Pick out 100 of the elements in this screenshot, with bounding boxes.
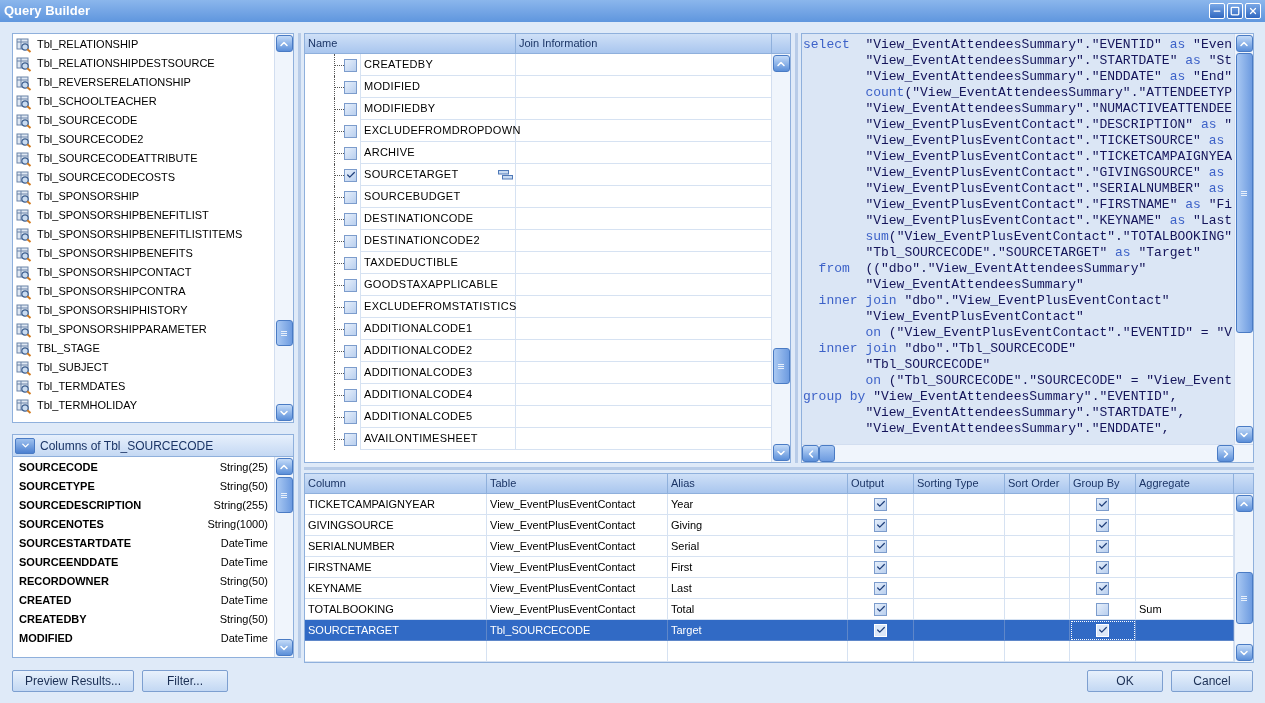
table-list-item[interactable]: Tbl_SPONSORSHIPCONTACT <box>16 263 274 282</box>
scroll-up-button[interactable] <box>772 55 790 72</box>
checkbox[interactable] <box>344 190 357 204</box>
checkbox[interactable] <box>874 497 887 511</box>
checkbox[interactable] <box>1096 539 1109 553</box>
scroll-up-button[interactable] <box>275 35 293 52</box>
scrollbar[interactable] <box>274 457 293 657</box>
checkbox[interactable] <box>344 102 357 116</box>
scroll-up-button[interactable] <box>1235 35 1253 52</box>
checkbox[interactable] <box>344 432 357 446</box>
table-list-item[interactable]: Tbl_SPONSORSHIPPARAMETER <box>16 320 274 339</box>
table-list-item[interactable]: Tbl_SOURCECODECOSTS <box>16 168 274 187</box>
dialog-button[interactable]: Filter... <box>142 669 228 692</box>
table-list-item[interactable]: Tbl_TERMDATES <box>16 377 274 396</box>
checkbox[interactable] <box>344 146 357 160</box>
checkbox[interactable] <box>344 344 357 358</box>
checkbox[interactable] <box>344 366 357 380</box>
scroll-left-button[interactable] <box>802 445 819 462</box>
checkbox[interactable] <box>1096 497 1109 511</box>
checkbox[interactable] <box>344 168 357 182</box>
column-header[interactable]: Sorting Type <box>914 474 1005 493</box>
column-header[interactable]: Name <box>305 34 516 53</box>
checkbox[interactable] <box>344 80 357 94</box>
checkbox[interactable] <box>344 124 357 138</box>
scroll-down-button[interactable] <box>275 404 293 421</box>
table-list-item[interactable]: Tbl_SOURCECODEATTRIBUTE <box>16 149 274 168</box>
grid-row[interactable]: GIVINGSOURCE View_EventPlusEventContact Giving <box>305 515 1234 536</box>
column-header[interactable]: Sort Order <box>1005 474 1070 493</box>
scroll-up-button[interactable] <box>1235 495 1253 512</box>
sql-editor[interactable] <box>801 33 1254 463</box>
table-list-item[interactable]: Tbl_SPONSORSHIP <box>16 187 274 206</box>
checkbox[interactable] <box>344 234 357 248</box>
table-list-item[interactable]: Tbl_RELATIONSHIP <box>16 35 274 54</box>
checkbox[interactable] <box>874 539 887 553</box>
checkbox[interactable] <box>344 300 357 314</box>
dialog-button[interactable]: OK <box>1087 669 1163 692</box>
checkbox[interactable] <box>1096 560 1109 574</box>
column-header[interactable]: Table <box>487 474 668 493</box>
scroll-thumb[interactable] <box>772 348 790 384</box>
column-header[interactable]: Output <box>848 474 914 493</box>
scrollbar[interactable] <box>771 54 790 462</box>
table-list-item[interactable]: Tbl_SPONSORSHIPBENEFITS <box>16 244 274 263</box>
table-list-item[interactable]: Tbl_SCHOOLTEACHER <box>16 92 274 111</box>
checkbox[interactable] <box>344 322 357 336</box>
scroll-thumb[interactable] <box>275 477 293 513</box>
table-list-item[interactable]: Tbl_SPONSORSHIPHISTORY <box>16 301 274 320</box>
checkbox[interactable] <box>344 256 357 270</box>
table-list-item[interactable]: Tbl_TERMHOLIDAY <box>16 396 274 415</box>
grid-row[interactable]: FIRSTNAME View_EventPlusEventContact First <box>305 557 1234 578</box>
minimize-button[interactable] <box>1209 3 1225 19</box>
scroll-down-button[interactable] <box>772 444 790 461</box>
scroll-thumb[interactable] <box>1235 53 1253 333</box>
checkbox[interactable] <box>344 278 357 292</box>
checkbox[interactable] <box>344 58 357 72</box>
checkbox[interactable] <box>1096 581 1109 595</box>
table-list-item[interactable]: TBL_STAGE <box>16 339 274 358</box>
dialog-button[interactable]: Preview Results... <box>12 669 134 692</box>
table-list-item[interactable]: Tbl_REVERSERELATIONSHIP <box>16 73 274 92</box>
table-list-item[interactable]: Tbl_SOURCECODE2 <box>16 130 274 149</box>
table-list-item[interactable]: Tbl_SPONSORSHIPCONTRA <box>16 282 274 301</box>
scroll-down-button[interactable] <box>1235 426 1253 443</box>
scrollbar[interactable] <box>802 444 1253 462</box>
scroll-thumb[interactable] <box>819 445 835 462</box>
grid-row[interactable]: SERIALNUMBER View_EventPlusEventContact Serial <box>305 536 1234 557</box>
checkbox[interactable] <box>874 602 887 616</box>
table-list-item[interactable]: Tbl_SPONSORSHIPBENEFITLISTITEMS <box>16 225 274 244</box>
scroll-up-button[interactable] <box>275 458 293 475</box>
table-list-item[interactable]: Tbl_SOURCECODE <box>16 111 274 130</box>
column-header[interactable]: Join Information <box>516 34 772 53</box>
checkbox[interactable] <box>874 518 887 532</box>
table-list-item[interactable]: Tbl_SUBJECT <box>16 358 274 377</box>
grid-row[interactable]: TICKETCAMPAIGNYEAR View_EventPlusEventContact Year <box>305 494 1234 515</box>
checkbox[interactable] <box>1096 602 1109 616</box>
scroll-right-button[interactable] <box>1217 445 1234 462</box>
field-name[interactable]: EXCLUDEFROMDROPDOWN <box>364 122 521 139</box>
checkbox[interactable] <box>874 560 887 574</box>
dialog-button[interactable]: Cancel <box>1171 669 1253 692</box>
collapse-button[interactable] <box>15 437 35 454</box>
scroll-thumb[interactable] <box>1235 572 1253 624</box>
grid-row[interactable]: TOTALBOOKING View_EventPlusEventContact Total Sum <box>305 599 1234 620</box>
maximize-button[interactable] <box>1227 3 1243 19</box>
column-header[interactable]: Group By <box>1070 474 1136 493</box>
close-button[interactable] <box>1245 3 1261 19</box>
grid-row[interactable]: KEYNAME View_EventPlusEventContact Last <box>305 578 1234 599</box>
table-list-item[interactable]: Tbl_SPONSORSHIPBENEFITLIST <box>16 206 274 225</box>
checkbox[interactable] <box>344 388 357 402</box>
scrollbar[interactable] <box>1234 494 1253 662</box>
column-header[interactable]: Aggregate <box>1136 474 1234 493</box>
checkbox[interactable] <box>874 581 887 595</box>
scroll-down-button[interactable] <box>1235 644 1253 661</box>
column-header[interactable]: Alias <box>668 474 848 493</box>
checkbox[interactable] <box>344 410 357 424</box>
scrollbar[interactable] <box>274 34 293 422</box>
table-list-item[interactable]: Tbl_RELATIONSHIPDESTSOURCE <box>16 54 274 73</box>
scroll-down-button[interactable] <box>275 639 293 656</box>
scroll-thumb[interactable] <box>275 320 293 346</box>
checkbox[interactable] <box>344 212 357 226</box>
scrollbar[interactable] <box>1234 34 1253 444</box>
checkbox[interactable] <box>1096 518 1109 532</box>
column-header[interactable]: Column <box>305 474 487 493</box>
